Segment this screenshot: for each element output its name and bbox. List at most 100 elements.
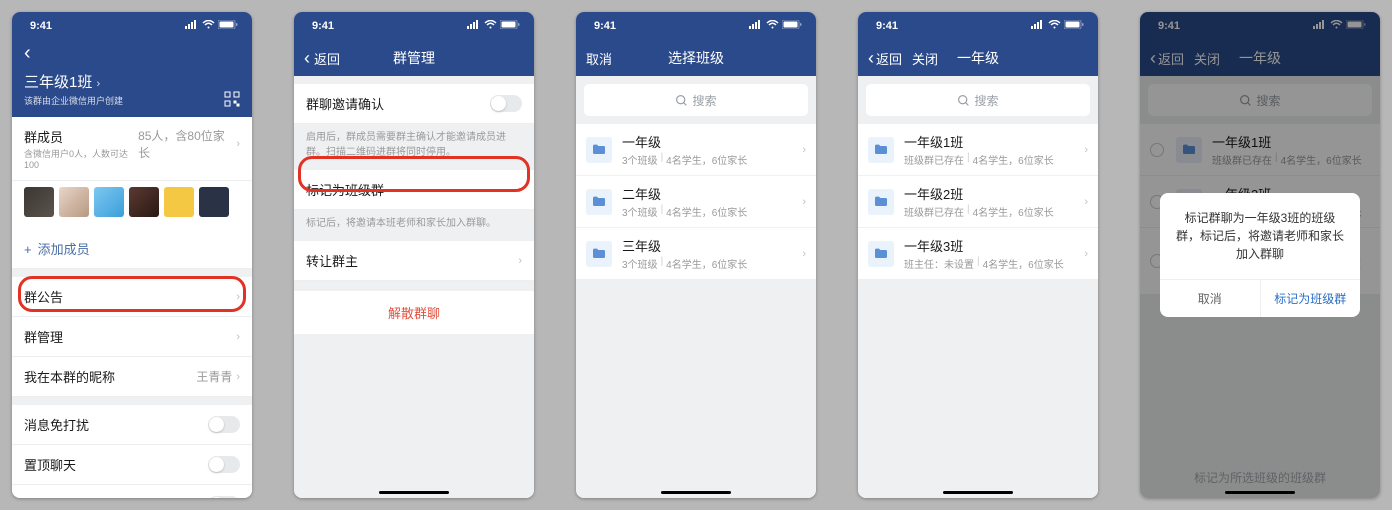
toggle[interactable] <box>208 496 240 498</box>
item-subtitle: 3个班级|4名学生，6位家长 <box>622 256 792 271</box>
chevron-right-icon: › <box>802 196 806 208</box>
folder-icon <box>868 189 894 215</box>
folder-icon <box>586 189 612 215</box>
search-input[interactable]: 搜索 <box>584 84 808 116</box>
avatar[interactable] <box>59 187 89 217</box>
add-member-row[interactable]: +添加成员 <box>12 229 252 269</box>
modal-overlay[interactable]: 标记群聊为一年级3班的班级群，标记后，将邀请老师和家长加入群聊 取消 标记为班级… <box>1140 12 1380 498</box>
signal-icon <box>185 20 199 32</box>
group-header: ‹ 三年级1班 › 该群由企业微信用户创建 <box>12 40 252 117</box>
signal-icon <box>1031 20 1045 32</box>
member-avatars <box>12 181 252 229</box>
search-icon <box>675 94 688 107</box>
item-subtitle: 3个班级|4名学生，6位家长 <box>622 152 792 167</box>
list-item[interactable]: 一年级3个班级|4名学生，6位家长 › <box>576 124 816 176</box>
status-bar: 9:41 <box>294 12 534 40</box>
toggle[interactable] <box>208 416 240 433</box>
confirm-alert: 标记群聊为一年级3班的班级群，标记后，将邀请老师和家长加入群聊 取消 标记为班级… <box>1160 193 1360 317</box>
members-tip: 含微信用户0人，人数可达100 <box>24 147 138 170</box>
dismiss-group[interactable]: 解散群聊 <box>294 291 534 334</box>
folder-icon <box>868 241 894 267</box>
announcement-row[interactable]: 群公告› <box>12 277 252 317</box>
navbar: ‹返回 群管理 <box>294 40 534 76</box>
folder-icon <box>586 241 612 267</box>
item-subtitle: 3个班级|4名学生，6位家长 <box>622 204 792 219</box>
qr-icon[interactable] <box>224 91 240 107</box>
battery-icon <box>1064 20 1084 32</box>
home-indicator <box>943 491 1013 494</box>
chevron-right-icon: › <box>1084 144 1088 156</box>
dnd-row[interactable]: 消息免打扰 <box>12 405 252 445</box>
status-bar: 9:41 <box>576 12 816 40</box>
list-item[interactable]: 三年级3个班级|4名学生，6位家长› <box>576 228 816 279</box>
back-button[interactable]: ‹ <box>24 40 240 71</box>
screen-group-settings: 9:41 ‹ 三年级1班 › 该群由企业微信用户创建 群成员 含微信用户0人，人… <box>12 12 252 498</box>
item-subtitle: 班级群已存在|4名学生，6位家长 <box>904 204 1074 219</box>
battery-icon <box>218 20 238 32</box>
mark-class-row[interactable]: 标记为班级群› <box>294 170 534 210</box>
battery-icon <box>782 20 802 32</box>
back-button[interactable]: ‹返回 <box>868 48 902 69</box>
members-count: 85人，含80位家长 <box>138 127 232 161</box>
search-input[interactable]: 搜索 <box>866 84 1090 116</box>
pin-row[interactable]: 置顶聊天 <box>12 445 252 485</box>
alert-ok-button[interactable]: 标记为班级群 <box>1261 280 1361 317</box>
clock: 9:41 <box>876 20 898 32</box>
navbar: ‹返回 关闭 一年级 <box>858 40 1098 76</box>
group-title[interactable]: 三年级1班 <box>24 74 92 91</box>
avatar[interactable] <box>199 187 229 217</box>
wifi-icon <box>766 20 779 32</box>
back-button[interactable]: ‹返回 <box>304 48 340 69</box>
status-bar: 9:41 <box>12 12 252 40</box>
toggle[interactable] <box>490 95 522 112</box>
avatar[interactable] <box>164 187 194 217</box>
folder-icon <box>586 137 612 163</box>
item-title: 一年级 <box>622 132 792 151</box>
wifi-icon <box>202 20 215 32</box>
toggle[interactable] <box>208 456 240 473</box>
item-subtitle: 班主任：未设置|4名学生，6位家长 <box>904 256 1074 271</box>
avatar[interactable] <box>24 187 54 217</box>
wifi-icon <box>484 20 497 32</box>
screen-group-manage: 9:41 ‹返回 群管理 群聊邀请确认 启用后，群成员需要群主确认才能邀请成员进… <box>294 12 534 498</box>
status-bar: 9:41 <box>858 12 1098 40</box>
wifi-icon <box>1048 20 1061 32</box>
invite-hint: 启用后，群成员需要群主确认才能邀请成员进群。扫描二维码进群将同时停用。 <box>294 124 534 170</box>
signal-icon <box>749 20 763 32</box>
screen-select-class: 9:41 ‹返回 关闭 一年级 搜索 一年级1班班级群已存在|4名学生，6位家长… <box>858 12 1098 498</box>
nickname-row[interactable]: 我在本群的昵称王青青› <box>12 357 252 397</box>
home-indicator <box>661 491 731 494</box>
cancel-button[interactable]: 取消 <box>586 49 612 68</box>
item-title: 一年级2班 <box>904 184 1074 203</box>
item-title: 二年级 <box>622 184 792 203</box>
members-row[interactable]: 群成员 含微信用户0人，人数可达100 85人，含80位家长› <box>12 117 252 181</box>
search-icon <box>957 94 970 107</box>
members-label: 群成员 <box>24 127 138 146</box>
chevron-right-icon: › <box>802 248 806 260</box>
screen-confirm-dialog: 9:41 ‹返回 关闭 一年级 搜索 一年级1班班级群已存在|4名学生，6位家长… <box>1140 12 1380 498</box>
invite-confirm-row[interactable]: 群聊邀请确认 <box>294 84 534 124</box>
alert-message: 标记群聊为一年级3班的班级群，标记后，将邀请老师和家长加入群聊 <box>1160 193 1360 279</box>
battery-icon <box>500 20 520 32</box>
item-title: 一年级3班 <box>904 236 1074 255</box>
save-contacts-row[interactable]: 保存到通讯录 <box>12 485 252 498</box>
avatar[interactable] <box>129 187 159 217</box>
clock: 9:41 <box>594 20 616 32</box>
transfer-owner-row[interactable]: 转让群主› <box>294 241 534 281</box>
close-button[interactable]: 关闭 <box>912 49 938 68</box>
chevron-right-icon: › <box>1084 196 1088 208</box>
chevron-right-icon: › <box>802 144 806 156</box>
mark-hint: 标记后，将邀请本班老师和家长加入群聊。 <box>294 210 534 241</box>
list-item[interactable]: 二年级3个班级|4名学生，6位家长 › <box>576 176 816 228</box>
list-item[interactable]: 一年级3班班主任：未设置|4名学生，6位家长 › <box>858 228 1098 279</box>
avatar[interactable] <box>94 187 124 217</box>
chevron-right-icon: › <box>1084 248 1088 260</box>
item-title: 一年级1班 <box>904 132 1074 151</box>
list-item[interactable]: 一年级2班班级群已存在|4名学生，6位家长 › <box>858 176 1098 228</box>
list-item[interactable]: 一年级1班班级群已存在|4名学生，6位家长› <box>858 124 1098 176</box>
group-subtitle: 该群由企业微信用户创建 <box>24 94 123 107</box>
alert-cancel-button[interactable]: 取消 <box>1160 280 1261 317</box>
manage-row[interactable]: 群管理› <box>12 317 252 357</box>
signal-icon <box>467 20 481 32</box>
screen-select-grade: 9:41 取消 选择班级 搜索 一年级3个班级|4名学生，6位家长›二年级3个班… <box>576 12 816 498</box>
